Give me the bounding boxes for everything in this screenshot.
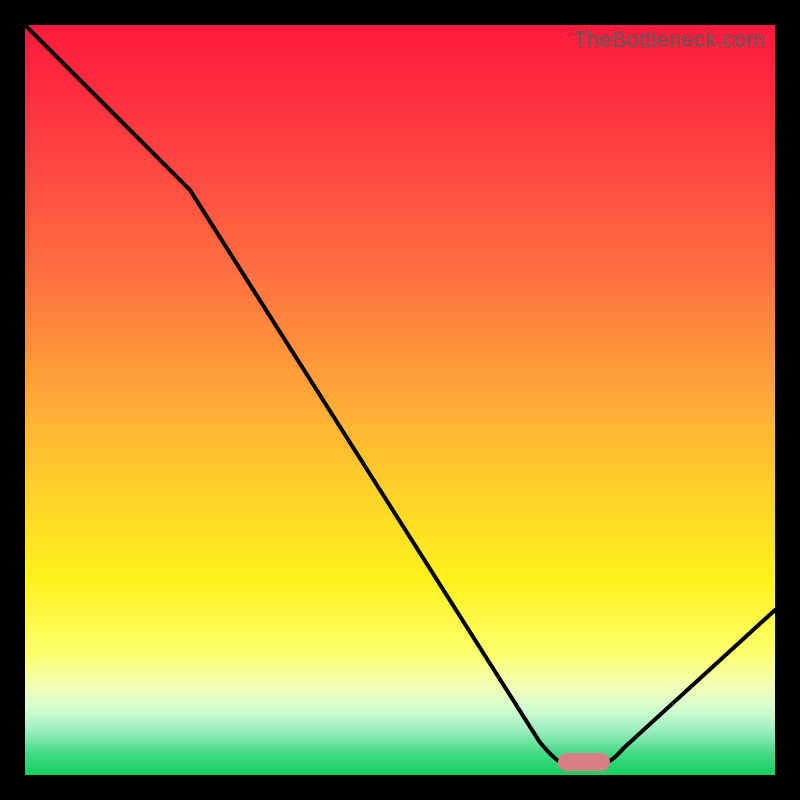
plot-area: TheBottleneck.com (25, 25, 775, 775)
bottleneck-curve (25, 25, 775, 775)
optimal-range-marker (558, 753, 611, 771)
chart-frame: TheBottleneck.com (0, 0, 800, 800)
